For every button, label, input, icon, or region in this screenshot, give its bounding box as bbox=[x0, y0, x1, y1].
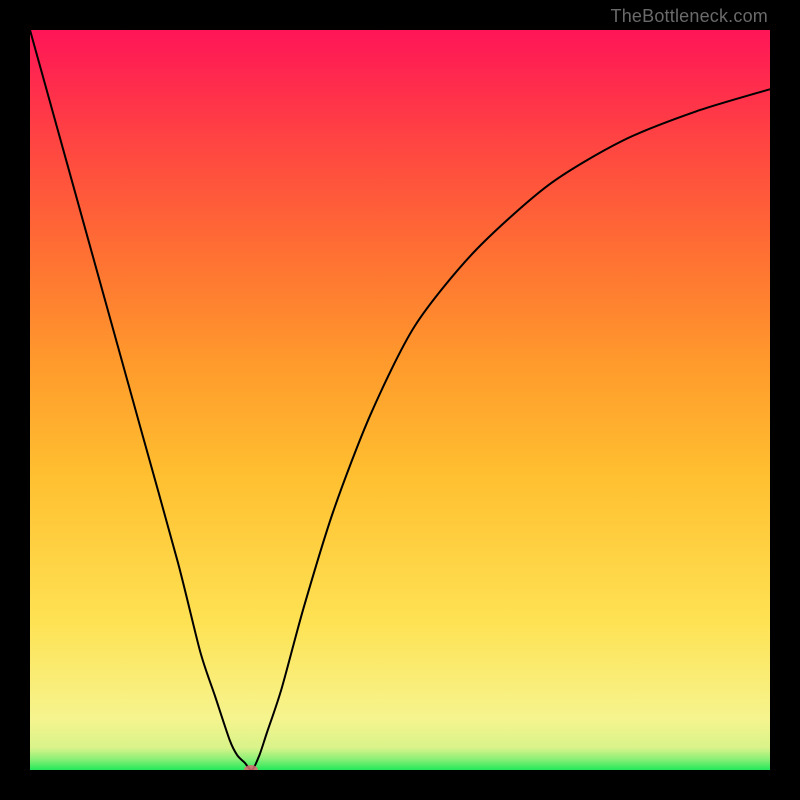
plot-area bbox=[30, 30, 770, 770]
attribution-text: TheBottleneck.com bbox=[611, 6, 768, 27]
optimal-point-marker bbox=[244, 765, 258, 770]
chart-frame: TheBottleneck.com bbox=[0, 0, 800, 800]
bottleneck-curve bbox=[30, 30, 770, 770]
